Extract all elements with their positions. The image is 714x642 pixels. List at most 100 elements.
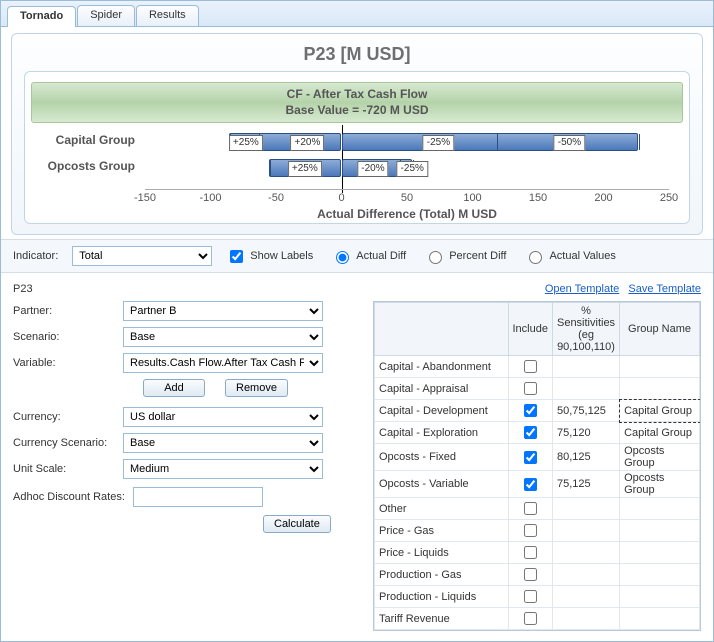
grid-row[interactable]: Capital - Appraisal <box>375 378 700 400</box>
show-labels-checkbox[interactable] <box>230 250 243 263</box>
include-checkbox[interactable] <box>524 524 537 537</box>
save-template-link[interactable]: Save Template <box>628 283 701 295</box>
col-sensitivities: % Sensitivities (eg 90,100,110) <box>552 303 619 356</box>
unit-scale-select[interactable]: Medium <box>123 459 323 479</box>
group-name-cell[interactable] <box>620 542 700 564</box>
grid-variable-name: Opcosts - Variable <box>375 471 509 498</box>
radio-percent-diff[interactable]: Percent Diff <box>424 248 506 264</box>
include-checkbox[interactable] <box>524 426 537 439</box>
sensitivities-cell[interactable] <box>552 586 619 608</box>
grid-row[interactable]: Opcosts - Fixed80,125Opcosts Group <box>375 444 700 471</box>
remove-button[interactable]: Remove <box>225 379 288 397</box>
chart-title: P23 [M USD] <box>14 44 700 65</box>
unit-scale-label: Unit Scale: <box>13 463 123 475</box>
sensitivities-cell[interactable]: 50,75,125 <box>552 400 619 422</box>
group-name-cell[interactable] <box>620 378 700 400</box>
col-include: Include <box>508 303 552 356</box>
sensitivities-cell[interactable] <box>552 356 619 378</box>
adhoc-rates-input[interactable] <box>133 487 263 507</box>
group-name-cell[interactable] <box>620 520 700 542</box>
group-name-cell[interactable]: Opcosts Group <box>620 471 700 498</box>
grid-variable-name: Capital - Appraisal <box>375 378 509 400</box>
currency-scenario-select[interactable]: Base <box>123 433 323 453</box>
scenario-label: Scenario: <box>13 331 123 343</box>
group-name-cell[interactable] <box>620 356 700 378</box>
calculate-button[interactable]: Calculate <box>263 515 331 533</box>
add-button[interactable]: Add <box>143 379 205 397</box>
sensitivities-cell[interactable] <box>552 608 619 630</box>
show-labels-text: Show Labels <box>250 250 313 262</box>
indicator-label: Indicator: <box>13 250 58 262</box>
grid-row[interactable]: Capital - Development 50,75,125Capital Gr… <box>375 400 700 422</box>
banner-line-1: CF - After Tax Cash Flow <box>32 86 682 102</box>
group-name-cell[interactable]: Capital Group <box>620 422 700 444</box>
variable-select[interactable]: Results.Cash Flow.After Tax Cash Flow <box>123 353 323 373</box>
sensitivities-cell[interactable] <box>552 564 619 586</box>
grid-variable-name: Price - Liquids <box>375 542 509 564</box>
grid-row[interactable]: Price - Liquids <box>375 542 700 564</box>
group-name-cell[interactable]: Opcosts Group <box>620 444 700 471</box>
grid-row[interactable]: Production - Gas <box>375 564 700 586</box>
section-title: P23 <box>13 283 33 295</box>
group-name-cell[interactable] <box>620 608 700 630</box>
grid-variable-name: Other <box>375 498 509 520</box>
grid-row[interactable]: Other <box>375 498 700 520</box>
variable-label: Variable: <box>13 357 123 369</box>
include-checkbox[interactable] <box>524 568 537 581</box>
sensitivities-cell[interactable]: 75,120 <box>552 422 619 444</box>
grid-variable-name: Capital - Abandonment <box>375 356 509 378</box>
include-checkbox[interactable] <box>524 546 537 559</box>
tornado-value-label: +25% <box>229 135 263 151</box>
sensitivities-cell[interactable] <box>552 542 619 564</box>
group-name-cell[interactable] <box>620 564 700 586</box>
include-checkbox[interactable] <box>524 502 537 515</box>
tab-tornado[interactable]: Tornado <box>7 6 76 27</box>
grid-row[interactable]: Capital - Exploration 75,120Capital Group <box>375 422 700 444</box>
col-group: Group Name <box>620 303 700 356</box>
include-checkbox[interactable] <box>524 590 537 603</box>
indicator-select[interactable]: Total <box>72 246 212 266</box>
radio-actual-diff[interactable]: Actual Diff <box>331 248 406 264</box>
sensitivities-cell[interactable]: 75,125 <box>552 471 619 498</box>
indicator-controls: Indicator: Total Show Labels Actual Diff… <box>1 239 713 273</box>
grid-row[interactable]: Price - Gas <box>375 520 700 542</box>
sensitivities-grid[interactable]: Include % Sensitivities (eg 90,100,110) … <box>373 301 701 631</box>
group-name-cell[interactable] <box>620 498 700 520</box>
include-checkbox[interactable] <box>524 360 537 373</box>
tornado-value-label: -25% <box>423 135 454 151</box>
sensitivities-cell[interactable] <box>552 378 619 400</box>
open-template-link[interactable]: Open Template <box>545 283 619 295</box>
grid-variable-name: Capital - Development <box>375 400 509 422</box>
include-checkbox[interactable] <box>524 404 537 417</box>
tab-bar: Tornado Spider Results <box>1 1 713 27</box>
partner-select[interactable]: Partner B <box>123 301 323 321</box>
radio-actual-values[interactable]: Actual Values <box>524 248 615 264</box>
include-checkbox[interactable] <box>524 612 537 625</box>
tornado-value-label: -50% <box>554 135 585 151</box>
scenario-select[interactable]: Base <box>123 327 323 347</box>
tornado-chart-panel: P23 [M USD] CF - After Tax Cash Flow Bas… <box>11 33 703 235</box>
tornado-bar-right <box>342 133 638 151</box>
sensitivities-cell[interactable]: 80,125 <box>552 444 619 471</box>
sensitivities-cell[interactable] <box>552 498 619 520</box>
group-name-cell[interactable]: Capital Group <box>620 400 700 422</box>
include-checkbox[interactable] <box>524 451 537 464</box>
tab-spider[interactable]: Spider <box>77 5 135 26</box>
group-name-cell[interactable] <box>620 586 700 608</box>
include-checkbox[interactable] <box>524 478 537 491</box>
grid-row[interactable]: Tariff Revenue <box>375 608 700 630</box>
grid-variable-name: Capital - Exploration <box>375 422 509 444</box>
x-axis: Actual Difference (Total) M USD -150-100… <box>145 189 669 223</box>
sensitivities-cell[interactable] <box>552 520 619 542</box>
grid-row[interactable]: Production - Liquids <box>375 586 700 608</box>
tornado-value-label: -20% <box>357 161 388 177</box>
tab-results[interactable]: Results <box>136 5 199 26</box>
currency-scenario-label: Currency Scenario: <box>13 437 123 449</box>
tornado-value-label: +20% <box>291 135 325 151</box>
grid-row[interactable]: Capital - Abandonment <box>375 356 700 378</box>
show-labels-checkbox-wrap[interactable]: Show Labels <box>226 247 313 266</box>
tornado-plot: Capital Group+25%+20%-25%-50%Opcosts Gro… <box>145 129 669 189</box>
include-checkbox[interactable] <box>524 382 537 395</box>
grid-row[interactable]: Opcosts - Variable 75,125Opcosts Group <box>375 471 700 498</box>
currency-select[interactable]: US dollar <box>123 407 323 427</box>
